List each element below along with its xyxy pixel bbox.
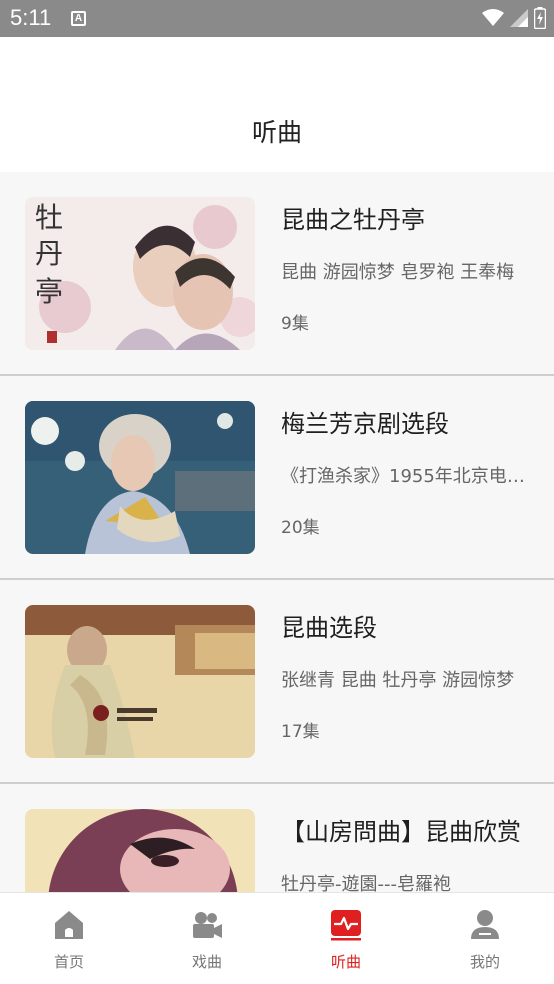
tab-opera[interactable]: 戏曲 [138,893,276,984]
item-description: 昆曲 游园惊梦 皂罗袍 王奉梅 [281,262,515,283]
tab-mine[interactable]: 我的 [416,893,554,984]
album-list[interactable]: 牡 丹 亭 昆曲之牡丹亭 昆曲 游园惊梦 皂罗袍 王奉梅 9集 梅兰芳京剧选段 … [0,172,554,892]
album-thumbnail[interactable] [25,605,255,758]
episode-count: 20集 [281,518,320,538]
item-title: 【山房問曲】昆曲欣赏 [281,818,521,846]
notification-icon: A [71,11,86,26]
user-icon [471,910,499,939]
list-item[interactable]: 昆曲选段 张继青 昆曲 牡丹亭 游园惊梦 17集 [0,580,554,784]
episode-count: 9集 [281,314,309,334]
audio-wave-icon [331,910,361,941]
list-item[interactable]: 牡 丹 亭 昆曲之牡丹亭 昆曲 游园惊梦 皂罗袍 王奉梅 9集 [0,172,554,376]
bottom-tab-bar: 首页 戏曲 听曲 我的 [0,892,554,984]
wifi-icon [482,9,504,26]
album-thumbnail[interactable]: 牡 丹 亭 [25,197,255,350]
status-time: 5:11 [10,5,52,30]
episode-count: 17集 [281,722,320,742]
battery-charging-icon [534,7,546,29]
album-thumbnail[interactable] [25,809,255,892]
item-description: 《打渔杀家》1955年北京电影制片厂 [281,466,531,487]
album-thumbnail[interactable] [25,401,255,554]
tab-label: 听曲 [330,953,361,971]
tab-home[interactable]: 首页 [0,893,138,984]
page-title: 听曲 [251,118,302,147]
tab-label: 戏曲 [191,953,222,971]
list-item[interactable]: 【山房問曲】昆曲欣赏 牡丹亭-遊園---皂羅袍 [0,784,554,892]
item-description: 牡丹亭-遊園---皂羅袍 [281,874,451,892]
item-title: 昆曲之牡丹亭 [281,206,425,234]
tab-label: 首页 [53,953,84,971]
app-header: 听曲 [0,37,554,172]
item-title: 梅兰芳京剧选段 [281,410,449,438]
svg-text:丹: 丹 [35,237,63,270]
signal-icon [510,9,528,27]
video-camera-icon [193,912,222,938]
system-icons [482,7,546,29]
list-item[interactable]: 梅兰芳京剧选段 《打渔杀家》1955年北京电影制片厂 20集 [0,376,554,580]
status-bar: 5:11 A [0,0,554,37]
svg-text:亭: 亭 [35,275,63,308]
tab-listen[interactable]: 听曲 [277,893,415,984]
item-title: 昆曲选段 [281,614,377,642]
item-description: 张继青 昆曲 牡丹亭 游园惊梦 [281,670,515,691]
home-icon [55,911,83,939]
svg-text:牡: 牡 [35,201,63,234]
tab-label: 我的 [469,953,500,971]
